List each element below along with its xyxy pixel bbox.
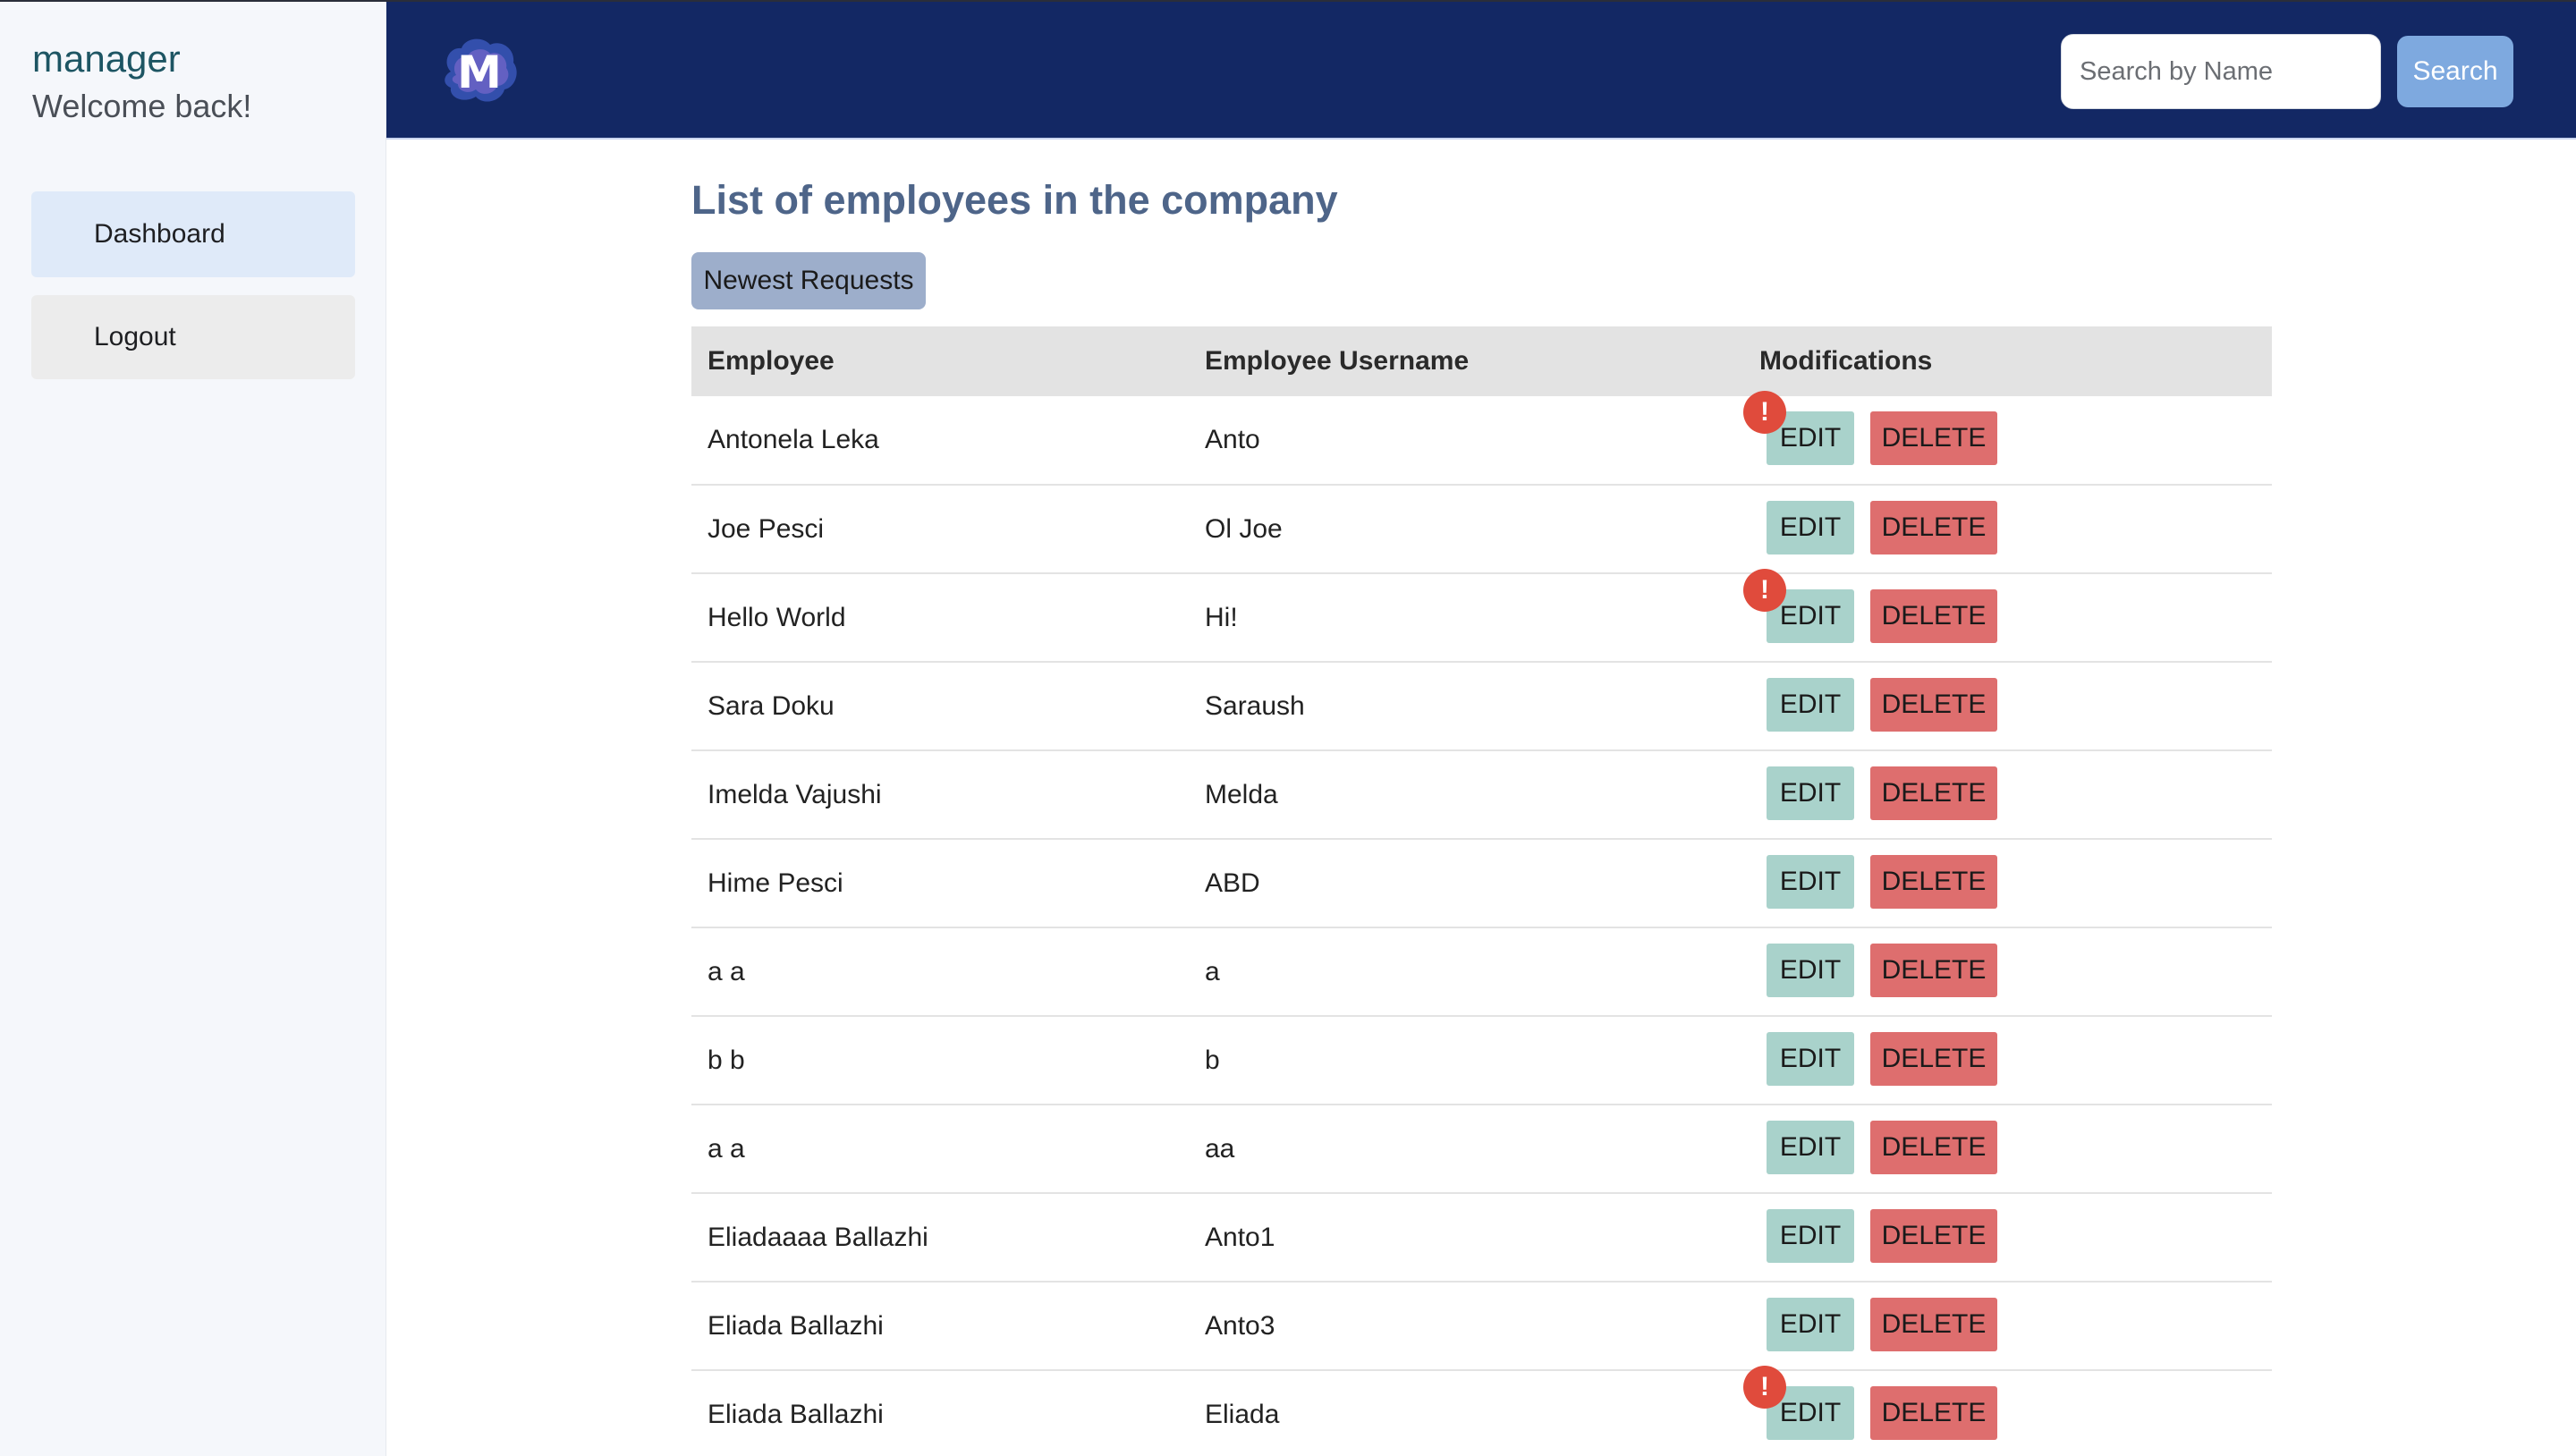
edit-button[interactable]: EDIT [1767, 1121, 1854, 1174]
table-row: a a a EDIT DELETE [691, 927, 2272, 1017]
column-header-modifications: Modifications [1743, 326, 2272, 396]
modifications-cell: EDIT DELETE [1743, 485, 2272, 574]
delete-button[interactable]: DELETE [1870, 501, 1997, 554]
modifications-cell: EDIT DELETE! [1743, 391, 2272, 486]
modifications-cell: EDIT DELETE [1743, 750, 2272, 840]
delete-button[interactable]: DELETE [1870, 1032, 1997, 1086]
modifications-cell: EDIT DELETE [1743, 1105, 2272, 1194]
alert-badge-icon: ! [1743, 1366, 1786, 1409]
delete-button[interactable]: DELETE [1870, 1298, 1997, 1351]
top-header: M Search [386, 2, 2576, 140]
delete-button[interactable]: DELETE [1870, 1386, 1997, 1440]
edit-button[interactable]: EDIT [1767, 855, 1854, 909]
table-header: Employee Employee Username Modifications [691, 326, 2272, 396]
alert-badge-icon: ! [1743, 569, 1786, 612]
delete-button[interactable]: DELETE [1870, 589, 1997, 643]
employee-name-cell: Hime Pesci [691, 839, 1189, 928]
table-row: Imelda Vajushi Melda EDIT DELETE [691, 750, 2272, 840]
search-button[interactable]: Search [2397, 36, 2513, 107]
table-row: Joe Pesci Ol Joe EDIT DELETE [691, 485, 2272, 574]
edit-button[interactable]: EDIT [1767, 1032, 1854, 1086]
delete-button[interactable]: DELETE [1870, 855, 1997, 909]
page-title: List of employees in the company [691, 177, 1338, 223]
employee-username-cell: Anto3 [1189, 1282, 1743, 1371]
modifications-cell: EDIT DELETE! [1743, 1366, 2272, 1456]
employee-username-cell: Saraush [1189, 662, 1743, 751]
edit-button[interactable]: EDIT [1767, 501, 1854, 554]
table-row: Antonela Leka Anto EDIT DELETE! [691, 391, 2272, 486]
employee-username-cell: a [1189, 927, 1743, 1017]
newest-requests-button[interactable]: Newest Requests [691, 252, 926, 309]
modifications-cell: EDIT DELETE [1743, 1016, 2272, 1105]
table-row: b b b EDIT DELETE [691, 1016, 2272, 1105]
table-body: Antonela Leka Anto EDIT DELETE! Joe Pesci Ol … [691, 391, 2272, 1456]
employee-name-cell: Eliada Ballazhi [691, 1282, 1189, 1371]
employee-name-cell: a a [691, 927, 1189, 1017]
modifications-cell: EDIT DELETE [1743, 1193, 2272, 1282]
app-logo-icon[interactable]: M [438, 36, 521, 106]
edit-button[interactable]: EDIT [1767, 1298, 1854, 1351]
employee-username-cell: Ol Joe [1189, 485, 1743, 574]
column-header-username: Employee Username [1189, 326, 1743, 396]
table-row: Eliada Ballazhi Anto3 EDIT DELETE [691, 1282, 2272, 1371]
table-row: Hello World Hi! EDIT DELETE! [691, 569, 2272, 663]
search-input[interactable] [2061, 34, 2381, 109]
column-header-employee: Employee [691, 326, 1189, 396]
employee-name-cell: Joe Pesci [691, 485, 1189, 574]
employee-name-cell: Sara Doku [691, 662, 1189, 751]
employee-name-cell: Eliadaaaa Ballazhi [691, 1193, 1189, 1282]
employee-username-cell: Anto [1189, 396, 1743, 486]
sidebar-user-name: manager [32, 38, 181, 80]
employee-name-cell: Hello World [691, 573, 1189, 663]
modifications-cell: EDIT DELETE! [1743, 569, 2272, 663]
delete-button[interactable]: DELETE [1870, 944, 1997, 997]
employee-name-cell: Eliada Ballazhi [691, 1370, 1189, 1456]
table-header-row: Employee Employee Username Modifications [691, 326, 2272, 396]
sidebar: manager Welcome back! Dashboard Logout [0, 2, 386, 1456]
employee-username-cell: Hi! [1189, 573, 1743, 663]
delete-button[interactable]: DELETE [1870, 678, 1997, 732]
employee-username-cell: Eliada [1189, 1370, 1743, 1456]
employees-table: Employee Employee Username Modifications… [691, 326, 2272, 1456]
delete-button[interactable]: DELETE [1870, 766, 1997, 820]
employee-username-cell: b [1189, 1016, 1743, 1105]
modifications-cell: EDIT DELETE [1743, 1282, 2272, 1371]
logo-letter: M [457, 47, 502, 98]
sidebar-welcome-text: Welcome back! [32, 88, 252, 124]
modifications-cell: EDIT DELETE [1743, 839, 2272, 928]
employee-name-cell: a a [691, 1105, 1189, 1194]
table-row: Sara Doku Saraush EDIT DELETE [691, 662, 2272, 751]
delete-button[interactable]: DELETE [1870, 411, 1997, 465]
employee-name-cell: Antonela Leka [691, 396, 1189, 486]
modifications-cell: EDIT DELETE [1743, 662, 2272, 751]
sidebar-item-logout[interactable]: Logout [31, 295, 355, 379]
modifications-cell: EDIT DELETE [1743, 927, 2272, 1017]
employee-name-cell: Imelda Vajushi [691, 750, 1189, 840]
table-row: a a aa EDIT DELETE [691, 1105, 2272, 1194]
employee-username-cell: aa [1189, 1105, 1743, 1194]
table-row: Eliada Ballazhi Eliada EDIT DELETE! [691, 1366, 2272, 1456]
edit-button[interactable]: EDIT [1767, 766, 1854, 820]
alert-badge-icon: ! [1743, 391, 1786, 434]
table-row: Eliadaaaa Ballazhi Anto1 EDIT DELETE [691, 1193, 2272, 1282]
edit-button[interactable]: EDIT [1767, 678, 1854, 732]
edit-button[interactable]: EDIT [1767, 1209, 1854, 1263]
delete-button[interactable]: DELETE [1870, 1121, 1997, 1174]
delete-button[interactable]: DELETE [1870, 1209, 1997, 1263]
employee-name-cell: b b [691, 1016, 1189, 1105]
app-root: manager Welcome back! Dashboard Logout M… [0, 0, 2576, 1456]
employee-username-cell: ABD [1189, 839, 1743, 928]
edit-button[interactable]: EDIT [1767, 944, 1854, 997]
employee-username-cell: Anto1 [1189, 1193, 1743, 1282]
sidebar-item-dashboard[interactable]: Dashboard [31, 191, 355, 277]
table-row: Hime Pesci ABD EDIT DELETE [691, 839, 2272, 928]
employee-username-cell: Melda [1189, 750, 1743, 840]
